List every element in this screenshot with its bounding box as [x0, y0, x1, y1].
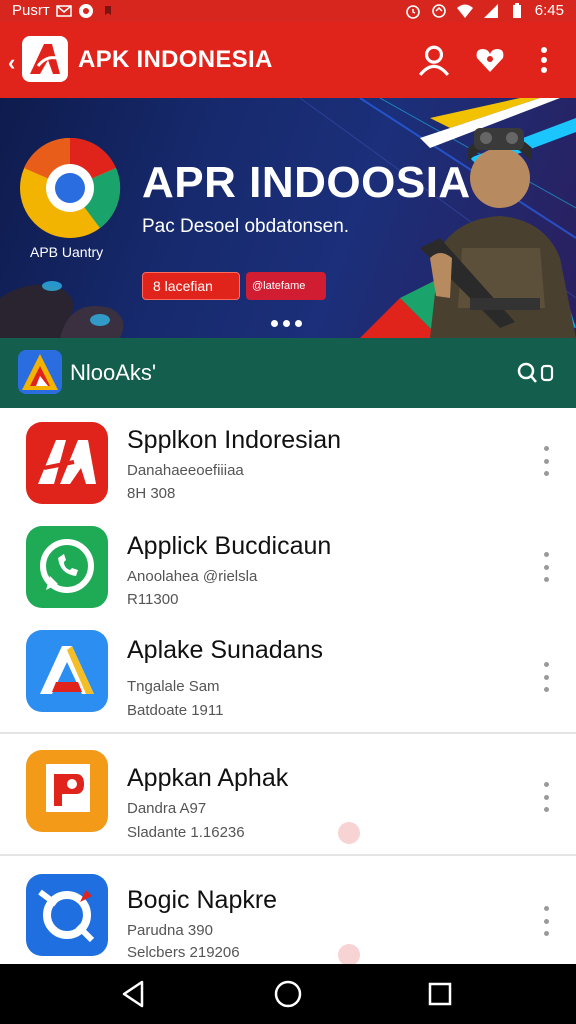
list-item[interactable]: Bogic Napkre Parudna 390 Selcbers 219206 [0, 856, 576, 966]
home-circle-icon[interactable] [272, 978, 304, 1010]
heart-icon[interactable] [470, 40, 510, 80]
back-chevron-icon[interactable]: ‹ [8, 50, 15, 76]
item-more-icon[interactable] [536, 662, 556, 692]
status-badge [338, 822, 360, 844]
app-meta: Selcbers 219206 [127, 944, 240, 961]
status-right: 6:45 [405, 2, 564, 19]
page-indicator [271, 320, 302, 327]
data-saver-icon [431, 3, 446, 18]
battery-icon [512, 2, 521, 18]
status-time: 6:45 [534, 2, 564, 19]
banner-primary-button[interactable]: 8 lacefian [142, 272, 240, 300]
app-name: Aplake Sunadans [127, 636, 323, 664]
app-subtitle: Tngalale Sam [127, 678, 220, 695]
app-name: Bogic Napkre [127, 886, 278, 914]
page-dot[interactable] [283, 320, 290, 327]
app-title: APK INDONESIA [78, 46, 273, 73]
apk-logo-icon [30, 44, 60, 74]
page-dot[interactable] [295, 320, 302, 327]
app-subtitle: Parudna 390 [127, 922, 213, 939]
list-item[interactable]: Applick Bucdicaun Anoolahea @rielsla R11… [0, 514, 576, 618]
orange-p-icon [26, 750, 108, 832]
blue-compass-icon [26, 874, 108, 956]
page-dot[interactable] [271, 320, 278, 327]
app-meta: Sladante 1.16236 [127, 824, 245, 841]
app-name: Spplkon Indoresian [127, 426, 342, 454]
item-more-icon[interactable] [536, 906, 556, 936]
app-name: Applick Bucdicaun [127, 532, 332, 560]
mail-icon [55, 4, 72, 17]
app-meta: Batdoate 1911 [127, 702, 224, 719]
whatsapp-style-icon [26, 526, 108, 608]
section-title: NlooAks' [70, 360, 157, 385]
item-more-icon[interactable] [536, 552, 556, 582]
app-meta: 8H 308 [127, 485, 176, 502]
section-header: NlooAks' [0, 338, 576, 408]
banner-secondary-button[interactable]: @latefame [246, 272, 326, 300]
navigation-bar [0, 964, 576, 1024]
app-subtitle: Anoolahea @rielsla [127, 568, 258, 585]
recents-square-icon[interactable] [424, 978, 456, 1010]
record-icon [78, 3, 93, 18]
banner-title: APR INDOOSIA [142, 158, 471, 207]
more-vert-icon[interactable] [524, 40, 564, 80]
red-a-logo-icon [26, 422, 108, 504]
triangle-a-icon [26, 630, 108, 712]
list-item[interactable]: Appkan Aphak Dandra A97 Sladante 1.16236 [0, 734, 576, 854]
app-bar: ‹ APK INDONESIA [0, 22, 576, 98]
category-logo-icon [18, 350, 62, 394]
alarm-icon [405, 4, 420, 19]
status-left: Pusrт [12, 2, 116, 19]
wifi-icon [456, 4, 473, 18]
status-bar: Pusrт 6:45 [0, 0, 576, 22]
back-triangle-icon[interactable] [118, 978, 150, 1010]
item-more-icon[interactable] [536, 446, 556, 476]
app-subtitle: Dandra A97 [127, 800, 207, 817]
list-item[interactable]: Aplake Sunadans Tngalale Sam Batdoate 19… [0, 618, 576, 732]
app-subtitle: Danahaeeoefiiiaa [127, 462, 244, 479]
banner-logo-label: APB Uantry [30, 244, 104, 260]
status-badge [338, 944, 360, 966]
app-name: Appkan Aphak [127, 764, 289, 792]
carrier-label: Pusrт [12, 2, 50, 19]
item-more-icon[interactable] [536, 782, 556, 812]
search-icon[interactable] [516, 360, 556, 386]
account-icon[interactable] [414, 40, 454, 80]
notification-icon [104, 5, 111, 15]
app-meta: R11300 [127, 591, 179, 608]
promo-banner[interactable]: APR INDOOSIA Pac Desoel obdatonsen. APB … [0, 98, 576, 338]
app-logo [22, 36, 68, 82]
banner-subtitle: Pac Desoel obdatonsen. [142, 216, 350, 237]
list-item[interactable]: Spplkon Indoresian Danahaeeoefiiiaa 8H 3… [0, 408, 576, 514]
signal-icon [483, 3, 498, 18]
